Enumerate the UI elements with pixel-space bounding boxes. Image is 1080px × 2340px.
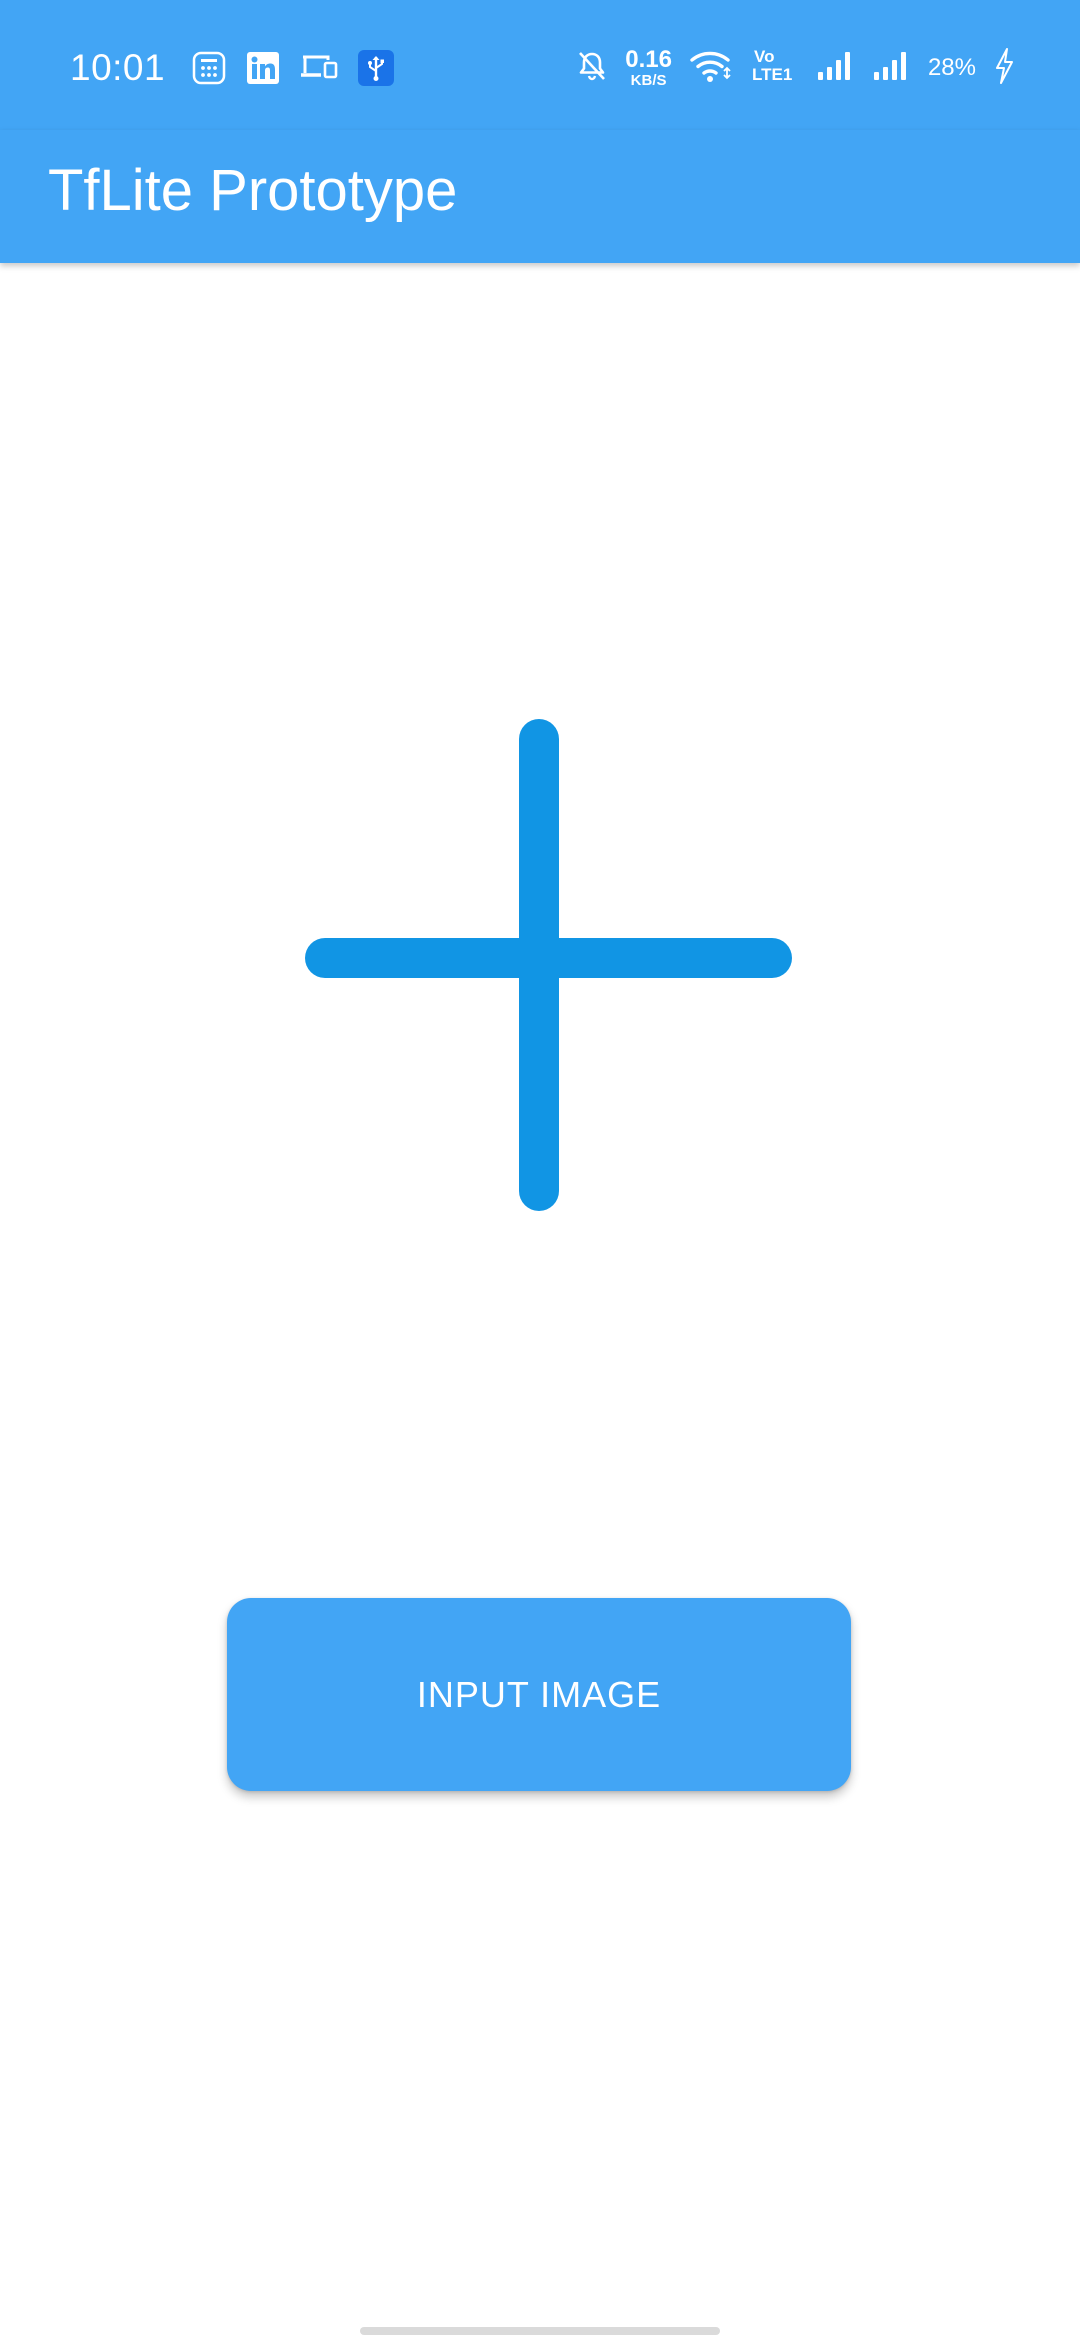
network-speed: 0.16 KB/S (625, 46, 672, 89)
devices-icon (300, 53, 338, 83)
volte-line2: LTE1 (752, 65, 792, 84)
signal-icon (872, 50, 910, 87)
charging-bolt-icon (994, 47, 1014, 89)
bell-off-icon (577, 50, 607, 87)
input-image-button[interactable]: INPUT IMAGE (227, 1598, 851, 1791)
usb-icon (358, 50, 394, 86)
app-title: TfLite Prototype (48, 158, 458, 223)
status-bar: 10:01 0.16 KB/S Vo LTE1 28% (0, 0, 1080, 130)
battery-percentage: 28% (927, 54, 976, 81)
add-icon[interactable] (280, 700, 800, 1220)
status-system-icons: 0.16 KB/S Vo LTE1 28% (577, 46, 1014, 90)
linkedin-icon (246, 51, 280, 85)
image-placeholder[interactable] (280, 700, 800, 1220)
network-speed-unit: KB/S (630, 72, 667, 89)
volte-line1: Vo (754, 47, 774, 66)
signal-icon (816, 50, 854, 87)
network-speed-value: 0.16 (625, 46, 672, 73)
calculator-icon (192, 51, 226, 85)
app-bar: TfLite Prototype (0, 130, 1080, 263)
volte-icon: Vo LTE1 (752, 47, 798, 90)
wifi-icon (690, 48, 734, 89)
status-time: 10:01 (70, 47, 166, 88)
status-notification-icons (192, 48, 394, 88)
home-indicator[interactable] (360, 2327, 720, 2335)
